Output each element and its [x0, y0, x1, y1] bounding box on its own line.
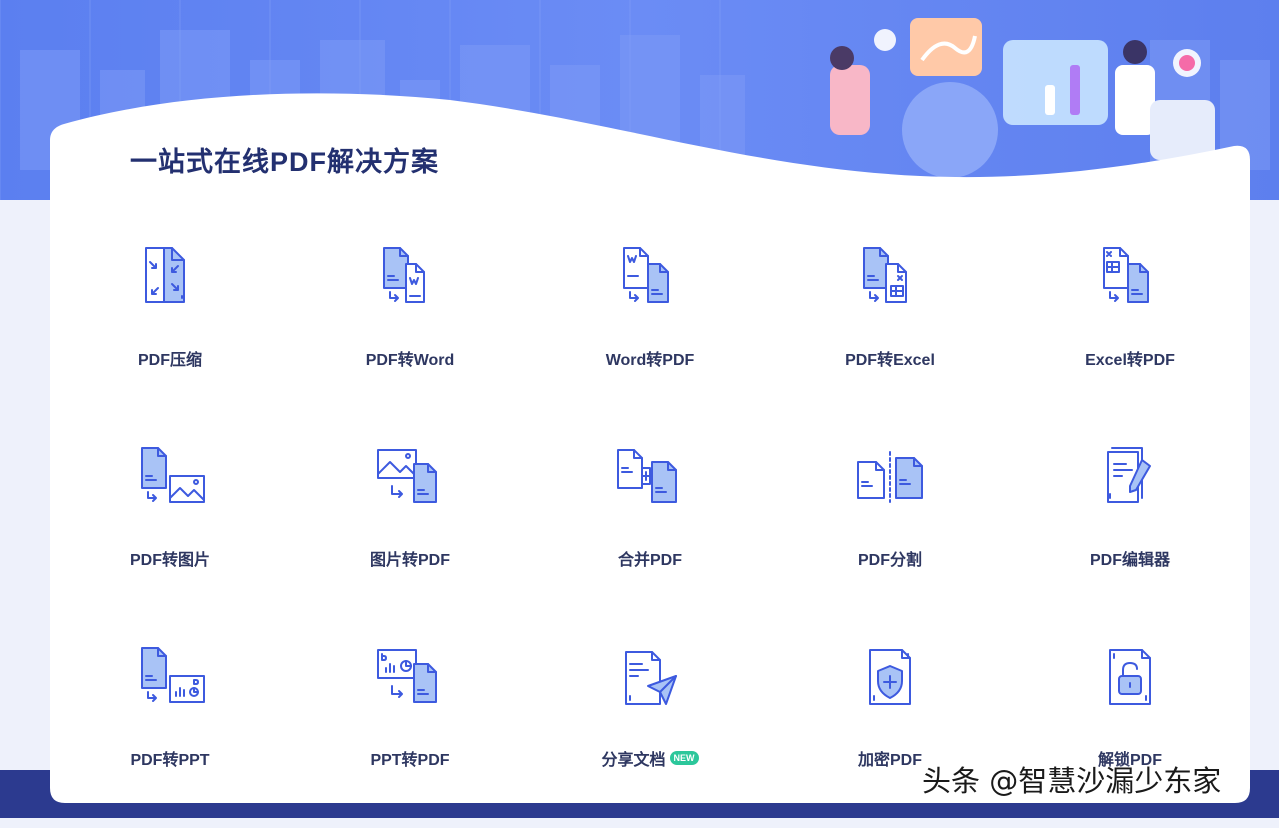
share-icon — [612, 646, 688, 712]
page-title: 一站式在线PDF解决方案 — [130, 147, 439, 177]
tool-split-pdf[interactable]: PDF分割 — [770, 428, 1010, 628]
tool-label: 图片转PDF — [369, 552, 450, 569]
tool-label: 加密PDF — [857, 752, 922, 769]
tool-label: PDF转PPT — [130, 752, 210, 769]
tool-pdf-to-excel[interactable]: PDF转Excel — [770, 228, 1010, 428]
tool-label: Word转PDF — [605, 352, 695, 369]
excel-to-pdf-icon — [1092, 246, 1168, 312]
tool-pdf-to-word[interactable]: PDF转Word — [290, 228, 530, 428]
tool-ppt-to-pdf[interactable]: PPT转PDF — [290, 628, 530, 828]
tool-pdf-editor[interactable]: PDF编辑器 — [1010, 428, 1250, 628]
tool-pdf-to-image[interactable]: PDF转图片 — [50, 428, 290, 628]
tool-grid: PDF压缩 PDF转Word Word转PDF PDF转Excel Excel转… — [50, 228, 1250, 828]
tools-card: 一站式在线PDF解决方案 PDF压缩 PDF转Word Word转PDF PDF… — [50, 88, 1250, 803]
encrypt-icon — [852, 646, 928, 712]
tool-pdf-compress[interactable]: PDF压缩 — [50, 228, 290, 428]
tool-excel-to-pdf[interactable]: Excel转PDF — [1010, 228, 1250, 428]
tool-label: PDF编辑器 — [1089, 552, 1170, 569]
pdf-to-image-icon — [132, 446, 208, 512]
tool-label: 分享文档 NEW — [601, 746, 699, 770]
tool-label: Excel转PDF — [1085, 352, 1175, 369]
tool-label: PDF转Word — [365, 352, 455, 369]
word-to-pdf-icon — [612, 246, 688, 312]
tool-label: PPT转PDF — [370, 752, 450, 769]
tool-share-document[interactable]: 分享文档 NEW — [530, 628, 770, 828]
tool-label: PDF转图片 — [129, 552, 210, 569]
tool-label: 合并PDF — [617, 552, 682, 569]
tool-label: PDF压缩 — [137, 352, 202, 369]
tool-merge-pdf[interactable]: 合并PDF — [530, 428, 770, 628]
watermark: 头条 @智慧沙漏少东家 — [922, 764, 1222, 798]
new-badge: NEW — [669, 751, 699, 765]
ppt-to-pdf-icon — [372, 646, 448, 712]
pdf-to-ppt-icon — [132, 646, 208, 712]
merge-icon — [612, 446, 688, 512]
tool-image-to-pdf[interactable]: 图片转PDF — [290, 428, 530, 628]
split-icon — [852, 446, 928, 512]
tool-label: PDF分割 — [857, 552, 922, 569]
compress-icon — [132, 246, 208, 312]
tool-label: PDF转Excel — [845, 352, 935, 369]
pdf-to-word-icon — [372, 246, 448, 312]
unlock-icon — [1092, 646, 1168, 712]
tool-word-to-pdf[interactable]: Word转PDF — [530, 228, 770, 428]
image-to-pdf-icon — [372, 446, 448, 512]
pdf-to-excel-icon — [852, 246, 928, 312]
tool-pdf-to-ppt[interactable]: PDF转PPT — [50, 628, 290, 828]
editor-icon — [1092, 446, 1168, 512]
